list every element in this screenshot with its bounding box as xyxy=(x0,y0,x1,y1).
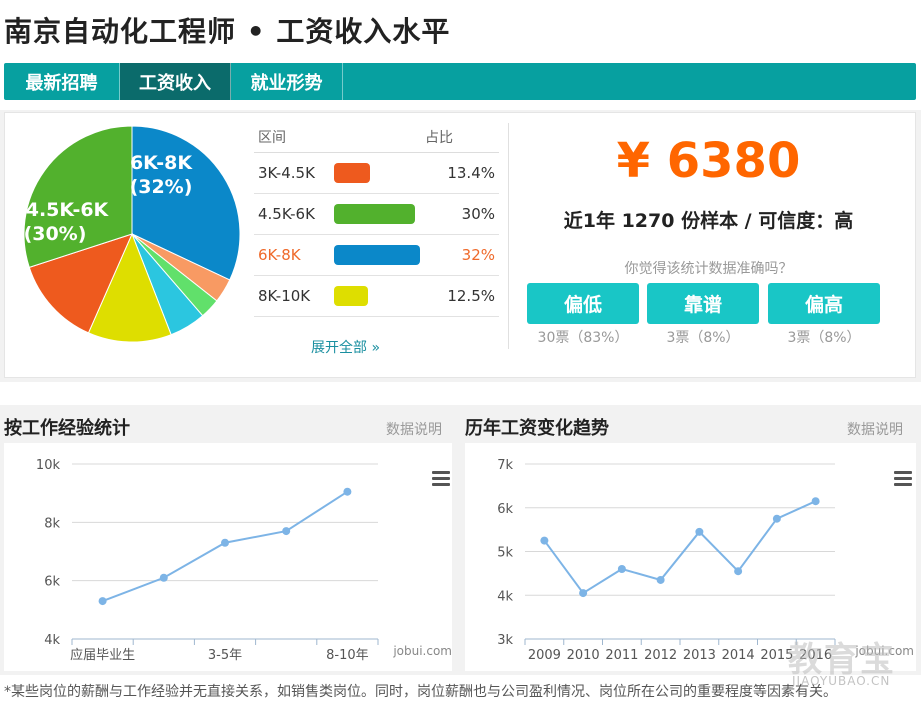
vote-question: 你觉得该统计数据准确吗？ xyxy=(624,261,793,277)
data-point[interactable] xyxy=(98,597,107,606)
range-label: 3K-4.5K xyxy=(258,164,315,182)
experience-title: 按工作经验统计 xyxy=(4,418,130,439)
salary-distribution-panel: 6K-8K (32%) 4.5K-6K (30%) 区间 占比 3K-4.5K 13.4… xyxy=(0,110,921,382)
range-bar xyxy=(334,204,415,224)
y-tick-label: 5k xyxy=(497,546,513,561)
data-point[interactable] xyxy=(343,487,352,496)
range-bar-track xyxy=(334,204,426,224)
pie-svg: 6K-8K(32%) 4.5K-6K(30%) xyxy=(23,125,241,343)
pie-label: (32%) xyxy=(130,176,193,198)
x-tick-label: 2009 xyxy=(528,648,561,663)
experience-chart: 4k 6k 8k 10k 应届毕业生 3-5年 8-10年 jobui.com xyxy=(4,443,452,671)
expand-all-link[interactable]: 展开全部 » xyxy=(311,337,380,357)
range-label: 6K-8K xyxy=(258,246,301,264)
trend-data-note[interactable]: 数据说明 xyxy=(847,419,903,439)
range-table-header: 区间 占比 xyxy=(254,121,499,153)
page-title: 南京自动化工程师 • 工资收入水平 xyxy=(4,15,451,48)
data-point[interactable] xyxy=(695,527,704,536)
vote-accurate-count: 3票（8%） xyxy=(666,330,740,346)
vote-high-button[interactable]: 偏高 xyxy=(768,283,880,324)
series-line xyxy=(543,500,817,595)
vote-low-button[interactable]: 偏低 xyxy=(527,283,639,324)
trend-menu-icon[interactable] xyxy=(894,471,912,489)
data-point[interactable] xyxy=(811,497,820,506)
range-pct: 12.5% xyxy=(447,287,495,305)
range-pct: 13.4% xyxy=(447,164,495,182)
y-tick-label: 3k xyxy=(497,633,513,648)
range-row: 3K-4.5K 13.4% xyxy=(254,153,499,194)
range-bar-track xyxy=(334,286,426,306)
pie-label: 4.5K-6K xyxy=(26,199,110,221)
x-tick-label: 2010 xyxy=(567,648,600,663)
x-tick-label: 3-5年 xyxy=(208,648,242,663)
range-label: 4.5K-6K xyxy=(258,205,315,223)
y-tick-label: 6k xyxy=(44,575,60,590)
range-table: 区间 占比 3K-4.5K 13.4% 4.5K-6K 30% 6K-8K 32% 8K-1… xyxy=(254,121,499,317)
data-point[interactable] xyxy=(617,565,626,573)
salary-distribution-card: 6K-8K (32%) 4.5K-6K (30%) 区间 占比 3K-4.5K 13.4… xyxy=(4,112,916,378)
range-bar xyxy=(334,163,370,183)
y-tick-label: 8k xyxy=(44,516,60,531)
data-point[interactable] xyxy=(656,575,665,584)
footnote: *某些岗位的薪酬与工作经验并无直接关系，如销售类岗位。同时，岗位薪酬也与公司盈利… xyxy=(4,684,837,700)
range-bar-track xyxy=(334,245,426,265)
y-tick-label: 7k xyxy=(497,458,513,473)
range-pct: 32% xyxy=(461,246,495,264)
tab-salary[interactable]: 工资收入 xyxy=(120,63,231,100)
x-tick-label: 2012 xyxy=(644,648,677,663)
vote-high-count: 3票（8%） xyxy=(787,330,861,346)
range-pct: 30% xyxy=(461,205,495,223)
y-tick-label: 4k xyxy=(497,589,513,604)
chart-credit: jobui.com xyxy=(392,644,452,658)
tab-latest-jobs[interactable]: 最新招聘 xyxy=(4,63,120,100)
data-point[interactable] xyxy=(772,514,781,523)
tab-employment[interactable]: 就业形势 xyxy=(231,63,343,100)
sample-info: 近1年 1270 份样本 / 可信度：高 xyxy=(563,210,854,232)
x-tick-label: 2014 xyxy=(722,648,755,663)
data-point[interactable] xyxy=(221,538,229,547)
data-point[interactable] xyxy=(734,567,743,576)
average-salary: ¥ 6380 xyxy=(616,133,801,189)
y-tick-label: 10k xyxy=(36,458,61,473)
x-tick-label: 2011 xyxy=(605,648,638,663)
range-row: 4.5K-6K 30% xyxy=(254,194,499,235)
experience-data-note[interactable]: 数据说明 xyxy=(386,419,442,439)
pie-label: 6K-8K xyxy=(130,152,193,174)
x-tick-label: 2013 xyxy=(683,648,716,663)
vote-accurate-button[interactable]: 靠谱 xyxy=(647,283,759,324)
range-row: 6K-8K 32% xyxy=(254,235,499,276)
experience-chart-svg: 4k 6k 8k 10k 应届毕业生 3-5年 8-10年 jobui.com xyxy=(36,458,452,663)
y-tick-label: 4k xyxy=(44,633,60,648)
range-bar xyxy=(334,286,368,306)
range-bar xyxy=(334,245,420,265)
range-label: 8K-10K xyxy=(258,287,311,305)
trend-title: 历年工资变化趋势 xyxy=(465,418,609,439)
range-row: 8K-10K 12.5% xyxy=(254,276,499,317)
tab-bar: 最新招聘 工资收入 就业形势 xyxy=(4,63,916,100)
x-tick-label: 8-10年 xyxy=(326,648,369,663)
watermark-url: JIAOYUBAO.CN xyxy=(792,674,891,688)
data-point[interactable] xyxy=(282,527,291,536)
data-point[interactable] xyxy=(540,536,549,545)
x-tick-label: 应届毕业生 xyxy=(70,647,135,663)
experience-menu-icon[interactable] xyxy=(432,471,450,489)
y-tick-label: 6k xyxy=(497,502,513,517)
pct-header: 占比 xyxy=(425,129,453,146)
vote-low-count: 30票（83%） xyxy=(537,330,629,346)
pie-label: (30%) xyxy=(24,223,87,245)
panel-divider xyxy=(508,123,509,349)
data-point[interactable] xyxy=(159,573,168,582)
salary-pie-chart: 6K-8K (32%) 4.5K-6K (30%) xyxy=(19,121,245,347)
range-bar-track xyxy=(334,163,426,183)
range-header: 区间 xyxy=(258,129,286,146)
data-point[interactable] xyxy=(579,589,588,598)
